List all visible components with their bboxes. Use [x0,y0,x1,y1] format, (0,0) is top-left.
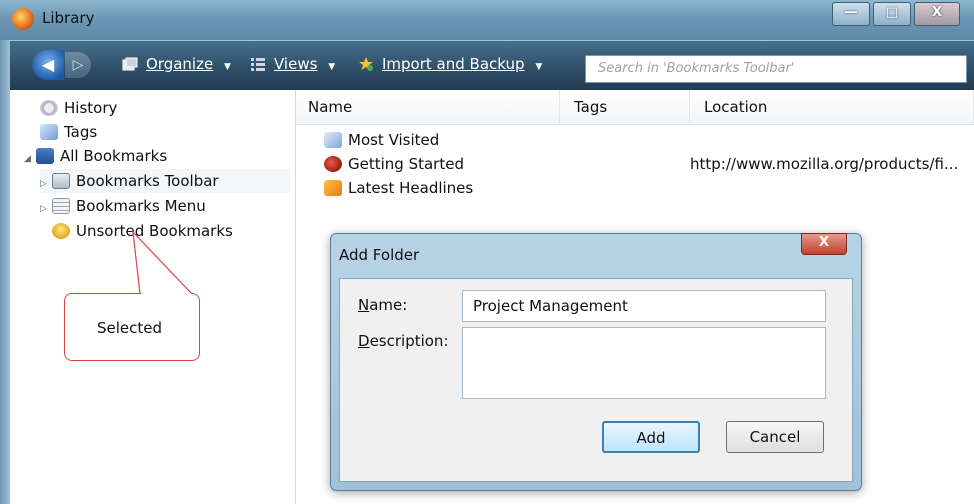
import-backup-label: Import and Backup [382,55,525,73]
search-input[interactable]: Search in 'Bookmarks Toolbar' [585,55,967,83]
sidebar-item-history[interactable]: History [40,96,117,120]
row-name: Getting Started [348,155,464,173]
name-field[interactable]: Project Management [462,290,826,322]
views-menu[interactable]: Views ▼ [250,55,335,73]
window-title: Library [42,9,95,27]
expanded-arrow-icon[interactable]: ◢ [24,147,36,171]
collapsed-arrow-icon[interactable]: ▷ [40,197,52,221]
history-icon [40,100,58,116]
smart-folder-icon [324,132,342,148]
minimize-button[interactable]: — [832,2,870,26]
organize-dropdown-icon: ▼ [223,62,231,72]
description-field[interactable] [462,327,826,399]
row-name: Latest Headlines [348,179,474,197]
organize-label: Organize [146,55,214,73]
all-bookmarks-icon [36,148,54,164]
close-button[interactable]: X [914,2,960,26]
row-location: http://www.mozilla.org/products/fi... [690,155,959,173]
sidebar-item-label: History [64,99,118,117]
description-label: Description: [358,332,449,350]
table-row[interactable]: Most Visited [324,128,439,152]
import-dropdown-icon: ▼ [535,62,543,72]
column-header-location[interactable]: Location [690,90,974,124]
dialog-close-button[interactable]: X [801,233,847,255]
views-icon [251,58,265,71]
sidebar-item-bookmarks-toolbar[interactable]: ▷ Bookmarks Toolbar [40,169,290,193]
firefox-logo-icon [12,8,34,30]
cancel-button[interactable]: Cancel [726,421,824,453]
selected-callout: Selected [64,293,200,361]
views-dropdown-icon: ▼ [328,62,336,72]
window-frame-left [0,40,10,504]
column-header-tags[interactable]: Tags [560,90,690,124]
views-label: Views [274,55,318,73]
add-folder-dialog: Add Folder X Name: Project Management De… [330,233,862,491]
library-toolbar: ◀ ▷ Organize ▼ Views ▼ Import and Backup… [10,40,974,91]
sidebar-item-label: Bookmarks Toolbar [76,172,219,190]
unsorted-bookmarks-icon [52,223,70,239]
organize-menu[interactable]: Organize ▼ [122,55,231,73]
sidebar-item-label: All Bookmarks [60,147,168,165]
table-row[interactable]: Getting Started [324,152,464,176]
table-row[interactable]: Latest Headlines [324,176,473,200]
organize-icon [122,57,138,71]
callout-text: Selected [97,319,163,337]
maximize-button[interactable]: □ [873,2,911,26]
forward-button[interactable]: ▷ [65,52,91,78]
tags-icon [40,124,58,140]
dialog-title: Add Folder [339,246,420,264]
dialog-body: Name: Project Management Description: Ad… [339,278,853,482]
rss-feed-icon [324,180,342,196]
window-controls: — □ X [829,2,960,26]
search-placeholder: Search in 'Bookmarks Toolbar' [598,61,795,76]
star-import-icon [359,57,373,71]
sidebar-item-label: Tags [64,123,98,141]
column-header-name[interactable]: Name [296,90,560,124]
row-name: Most Visited [348,131,440,149]
firefox-bookmark-icon [324,156,342,172]
bookmarks-toolbar-icon [52,173,70,189]
sidebar-item-tags[interactable]: Tags [40,120,97,144]
import-backup-menu[interactable]: Import and Backup ▼ [358,55,542,73]
bookmarks-menu-icon [52,198,70,214]
add-button[interactable]: Add [602,421,700,453]
sidebar-item-bookmarks-menu[interactable]: ▷ Bookmarks Menu [40,194,206,218]
sidebar-item-label: Bookmarks Menu [76,197,206,215]
collapsed-arrow-icon[interactable]: ▷ [40,172,52,196]
sidebar-item-unsorted-bookmarks[interactable]: Unsorted Bookmarks [52,219,233,243]
title-bar: Library — □ X [0,0,974,40]
sidebar-item-label: Unsorted Bookmarks [76,222,233,240]
name-label: Name: [358,296,408,314]
back-button[interactable]: ◀ [32,50,64,80]
sidebar-item-all-bookmarks[interactable]: ◢ All Bookmarks [24,144,167,168]
